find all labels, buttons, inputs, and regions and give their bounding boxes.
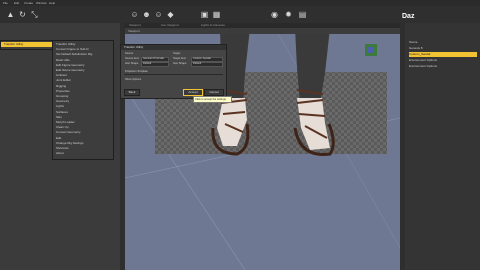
camera-icon[interactable]: ◉	[270, 10, 279, 19]
chart-icon[interactable]: ▤	[298, 10, 307, 19]
grid-icon[interactable]: ▦	[212, 10, 221, 19]
target-shape-select[interactable]: Default	[191, 62, 223, 67]
scene-row[interactable]: Scene	[409, 40, 477, 45]
divider	[124, 74, 223, 75]
viewport-label: Viewport	[128, 29, 140, 33]
cancel-button[interactable]: Cancel	[204, 89, 224, 96]
figure-icon[interactable]: ☺	[130, 10, 139, 19]
target-item-label: Target Item	[173, 57, 186, 60]
source-shape-label: Item Shape	[125, 62, 139, 65]
dialog-title: Transfer Utility	[121, 45, 226, 50]
scene-row-selected[interactable]: Custom_Sandal	[409, 52, 477, 57]
figure-submenu: Transfer Utility Convert Figure to Sub-D S…	[52, 40, 114, 160]
submenu-item[interactable]: About	[53, 151, 113, 156]
rotate-tool-icon[interactable]: ↻	[18, 10, 27, 19]
show-options-section[interactable]: Show Options	[125, 78, 141, 82]
source-label: Source	[125, 52, 134, 55]
move-tool-icon[interactable]: ▲	[6, 10, 15, 19]
target-shape-label: Item Shape	[173, 62, 187, 65]
source-shape-select[interactable]: Default	[141, 62, 169, 67]
render-icon[interactable]: ▣	[200, 10, 209, 19]
menu-item-transfer-utility[interactable]: Transfer Utility	[1, 42, 53, 47]
source-item-label: Source Item	[125, 57, 139, 60]
accept-tooltip: Click to accept the settings.	[193, 96, 232, 103]
scale-tool-icon[interactable]: ⤡	[30, 10, 39, 19]
figure-icon[interactable]: ☺	[154, 10, 163, 19]
transfer-utility-dialog: Transfer Utility Source Target Source It…	[120, 44, 227, 99]
scene-row[interactable]: Genesis 8	[409, 46, 477, 51]
spot-render-icon[interactable]: ◆	[166, 10, 175, 19]
edit-menu: Transfer Utility	[0, 40, 54, 50]
figure-icon[interactable]: ☻	[142, 10, 151, 19]
accept-button[interactable]: Accept	[183, 89, 203, 96]
back-button[interactable]: Back	[124, 89, 140, 96]
scene-row[interactable]: Environment Options	[409, 58, 477, 63]
scene-row[interactable]: Environment Options	[409, 64, 477, 69]
target-label: Target	[173, 52, 181, 55]
light-icon[interactable]: ✹	[284, 10, 293, 19]
main-toolbar: ▲ ↻ ⤡ ☺ ☻ ☺ ◆ ▣ ▦ ◉ ✹ ▤ Daz	[0, 6, 480, 24]
viewport-header: Viewport	[125, 28, 400, 34]
daz-logo: Daz	[402, 13, 415, 20]
